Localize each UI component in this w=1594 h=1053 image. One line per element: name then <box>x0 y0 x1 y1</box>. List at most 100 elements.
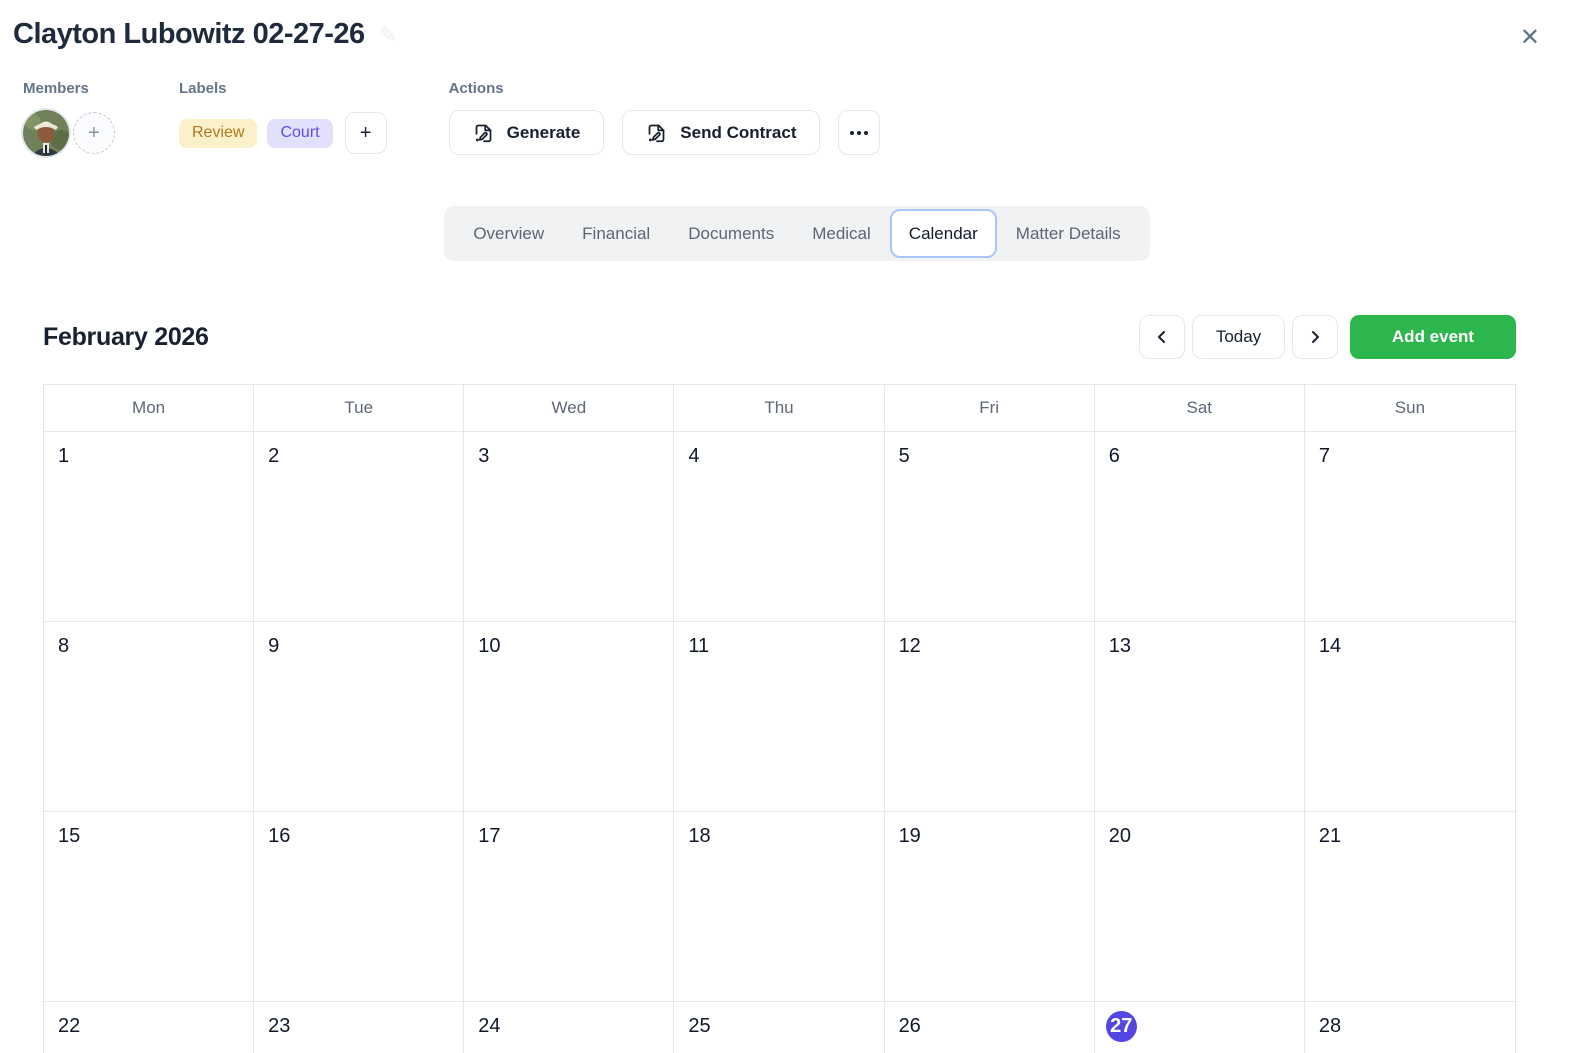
tab-medical[interactable]: Medical <box>793 212 890 256</box>
weekday-wed: Wed <box>464 385 675 432</box>
weekday-fri: Fri <box>884 385 1095 432</box>
week-row: 1 2 3 4 5 6 7 <box>44 432 1515 622</box>
actions-label: Actions <box>448 80 504 97</box>
ellipsis-icon <box>850 130 869 135</box>
generate-button[interactable]: Generate <box>448 110 605 155</box>
day-cell-7[interactable]: 7 <box>1304 432 1515 622</box>
week-row: 8 9 10 11 12 13 14 <box>44 622 1515 812</box>
weekday-sat: Sat <box>1094 385 1305 432</box>
day-number: 2 <box>268 445 280 467</box>
day-cell-5[interactable]: 5 <box>884 432 1095 622</box>
add-event-button[interactable]: Add event <box>1350 315 1516 359</box>
tab-bar: Overview Financial Documents Medical Calenda… <box>444 206 1150 261</box>
day-number: 28 <box>1318 1015 1342 1037</box>
day-cell-9[interactable]: 9 <box>254 622 465 812</box>
weekday-tue: Tue <box>254 385 465 432</box>
prev-month-button[interactable] <box>1139 315 1185 359</box>
members-label: Members <box>23 80 89 97</box>
action-button-label: Send Contract <box>680 122 797 142</box>
weekday-thu: Thu <box>674 385 885 432</box>
send-contract-button[interactable]: Send Contract <box>622 110 821 155</box>
day-cell-16[interactable]: 16 <box>254 812 465 1002</box>
day-cell-22[interactable]: 22 <box>44 1002 255 1053</box>
day-number: 1 <box>58 445 70 467</box>
day-cell-17[interactable]: 17 <box>464 812 675 1002</box>
day-cell-25[interactable]: 25 <box>674 1002 885 1053</box>
label-tag-review[interactable]: Review <box>179 118 258 148</box>
calendar-grid: Mon Tue Wed Thu Fri Sat Sun 1 2 3 4 5 6 7 8 9 10 11 12 13 1… <box>43 384 1516 1053</box>
day-number: 21 <box>1318 825 1342 847</box>
day-cell-23[interactable]: 23 <box>254 1002 465 1053</box>
members-section: Members + <box>23 80 115 156</box>
day-cell-6[interactable]: 6 <box>1094 432 1305 622</box>
add-member-button[interactable]: + <box>73 112 115 154</box>
tab-calendar[interactable]: Calendar <box>889 209 997 258</box>
day-cell-15[interactable]: 15 <box>44 812 255 1002</box>
close-icon[interactable]: ✕ <box>1514 20 1546 56</box>
label-tag-court[interactable]: Court <box>267 118 333 148</box>
day-cell-11[interactable]: 11 <box>674 622 885 812</box>
day-number: 22 <box>58 1015 81 1037</box>
week-row: 15 16 17 18 19 20 21 <box>44 812 1515 1002</box>
avatar[interactable] <box>23 110 69 156</box>
weekday-mon: Mon <box>44 385 255 432</box>
file-pen-icon <box>475 124 491 143</box>
calendar-panel: February 2026 Today Add event Mon Tue Wed T… <box>43 315 1516 1053</box>
day-number: 13 <box>1108 635 1131 657</box>
day-number: 8 <box>58 635 70 657</box>
tab-documents[interactable]: Documents <box>669 212 793 256</box>
day-cell-4[interactable]: 4 <box>674 432 885 622</box>
day-number: 16 <box>268 825 291 847</box>
action-button-label: Generate <box>506 122 581 142</box>
day-number: 15 <box>58 825 81 847</box>
day-cell-21[interactable]: 21 <box>1304 812 1515 1002</box>
day-cell-27[interactable]: 27 <box>1094 1002 1305 1053</box>
day-number: 27 <box>1105 1011 1137 1042</box>
day-cell-12[interactable]: 12 <box>884 622 1095 812</box>
day-number: 7 <box>1318 445 1330 467</box>
meta-row: Members + Labels Review Court + Actions … <box>0 80 1594 156</box>
add-label-button[interactable]: + <box>344 112 387 154</box>
member-photo-icon <box>23 110 69 156</box>
labels-section: Labels Review Court + <box>179 80 387 156</box>
day-cell-20[interactable]: 20 <box>1094 812 1305 1002</box>
day-number: 5 <box>898 445 910 467</box>
day-number: 19 <box>898 825 921 847</box>
more-actions-button[interactable] <box>838 110 881 155</box>
day-cell-14[interactable]: 14 <box>1304 622 1515 812</box>
day-number: 23 <box>268 1015 291 1037</box>
tab-financial[interactable]: Financial <box>563 212 669 256</box>
tab-matter-details[interactable]: Matter Details <box>997 212 1140 256</box>
day-number: 25 <box>688 1015 711 1037</box>
tab-overview[interactable]: Overview <box>454 212 563 256</box>
day-cell-1[interactable]: 1 <box>44 432 255 622</box>
chevron-right-icon <box>1312 331 1319 343</box>
today-button[interactable]: Today <box>1192 315 1285 359</box>
day-number: 12 <box>898 635 921 657</box>
weekday-header-row: Mon Tue Wed Thu Fri Sat Sun <box>44 385 1515 432</box>
day-number: 3 <box>478 445 490 467</box>
day-cell-26[interactable]: 26 <box>884 1002 1095 1053</box>
actions-section: Actions Generate Send Contract <box>448 80 881 155</box>
month-title: February 2026 <box>43 322 209 351</box>
day-number: 18 <box>688 825 711 847</box>
day-cell-18[interactable]: 18 <box>674 812 885 1002</box>
labels-label: Labels <box>179 80 227 97</box>
modal-header: Clayton Lubowitz 02-27-26 ✎ ✕ <box>0 0 1594 56</box>
day-cell-24[interactable]: 24 <box>464 1002 675 1053</box>
day-cell-3[interactable]: 3 <box>464 432 675 622</box>
day-cell-28[interactable]: 28 <box>1304 1002 1515 1053</box>
day-cell-19[interactable]: 19 <box>884 812 1095 1002</box>
day-cell-13[interactable]: 13 <box>1094 622 1305 812</box>
day-cell-2[interactable]: 2 <box>254 432 465 622</box>
day-cell-8[interactable]: 8 <box>44 622 255 812</box>
day-number: 4 <box>688 445 700 467</box>
day-cell-10[interactable]: 10 <box>464 622 675 812</box>
label-tags: Review Court <box>179 118 343 148</box>
day-number: 17 <box>478 825 501 847</box>
day-number: 20 <box>1108 825 1131 847</box>
day-number: 24 <box>478 1015 501 1037</box>
page-title: Clayton Lubowitz 02-27-26 <box>13 18 365 50</box>
next-month-button[interactable] <box>1292 315 1338 359</box>
edit-title-icon[interactable]: ✎ <box>379 22 397 48</box>
